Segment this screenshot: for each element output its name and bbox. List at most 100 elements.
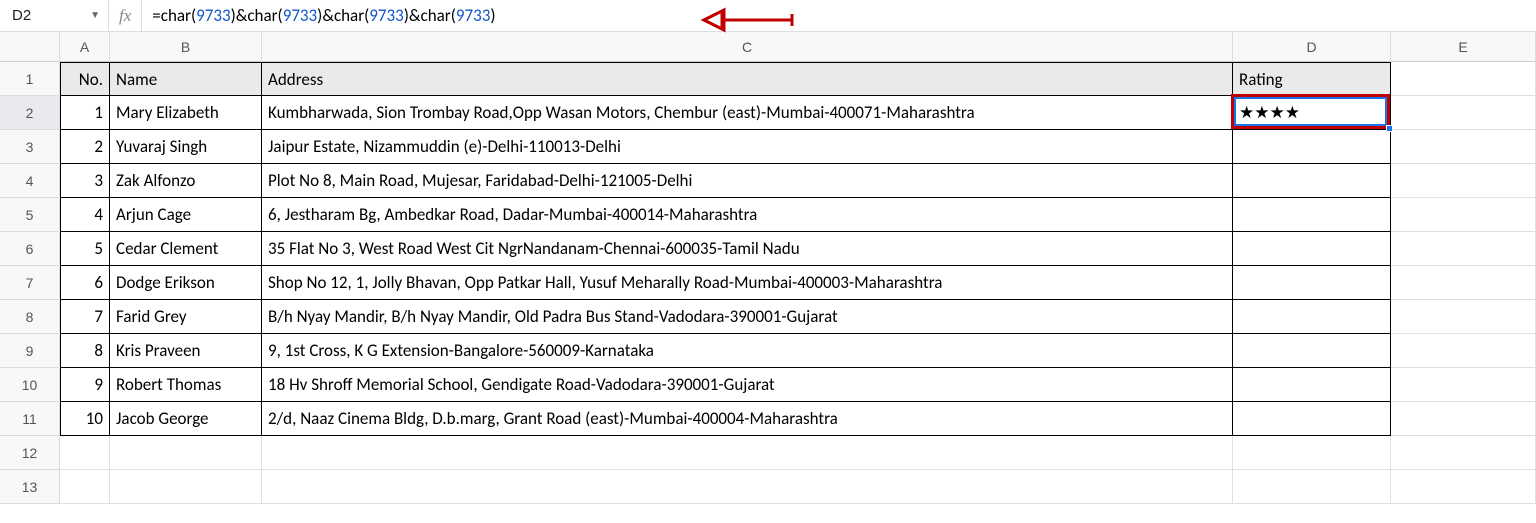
formula-bar: D2 ▼ fx =char(9733)&char(9733)&char(9733…: [0, 0, 1536, 32]
cell[interactable]: [1391, 232, 1536, 266]
cell[interactable]: [1233, 436, 1391, 470]
cell[interactable]: [1391, 300, 1536, 334]
cell[interactable]: [1391, 164, 1536, 198]
cell[interactable]: [1391, 130, 1536, 164]
row-header[interactable]: 4: [0, 164, 60, 198]
formula-segment: char: [421, 5, 451, 26]
cell[interactable]: ★★★★: [1233, 96, 1391, 130]
formula-segment: char: [247, 5, 277, 26]
cell[interactable]: Kumbharwada, Sion Trombay Road,Opp Wasan…: [262, 96, 1233, 130]
cell[interactable]: 10: [60, 402, 110, 436]
name-box[interactable]: D2 ▼: [8, 7, 108, 24]
cell[interactable]: 1: [60, 96, 110, 130]
col-header-B[interactable]: B: [110, 32, 262, 62]
cell[interactable]: [1391, 368, 1536, 402]
cell[interactable]: Plot No 8, Main Road, Mujesar, Faridabad…: [262, 164, 1233, 198]
cell[interactable]: [1233, 164, 1391, 198]
cell[interactable]: [1233, 232, 1391, 266]
cell[interactable]: 4: [60, 198, 110, 232]
cell[interactable]: [1233, 300, 1391, 334]
row-header[interactable]: 9: [0, 334, 60, 368]
row-header[interactable]: 2: [0, 96, 60, 130]
cell[interactable]: Robert Thomas: [110, 368, 262, 402]
cell[interactable]: Name: [110, 62, 262, 96]
cell[interactable]: [110, 436, 262, 470]
cell[interactable]: [1233, 470, 1391, 504]
col-header-E[interactable]: E: [1391, 32, 1536, 62]
col-header-A[interactable]: A: [60, 32, 110, 62]
cell[interactable]: [1391, 62, 1536, 96]
cell[interactable]: 5: [60, 232, 110, 266]
row-header[interactable]: 6: [0, 232, 60, 266]
row-header[interactable]: 11: [0, 402, 60, 436]
cell[interactable]: [1391, 96, 1536, 130]
formula-segment: char: [334, 5, 364, 26]
cell[interactable]: 6, Jestharam Bg, Ambedkar Road, Dadar-Mu…: [262, 198, 1233, 232]
row-header[interactable]: 1: [0, 62, 60, 96]
cell[interactable]: Dodge Erikson: [110, 266, 262, 300]
row-header[interactable]: 8: [0, 300, 60, 334]
row: 1No.NameAddressRating: [0, 62, 1536, 96]
cell[interactable]: Arjun Cage: [110, 198, 262, 232]
cell[interactable]: [60, 436, 110, 470]
cell[interactable]: [262, 470, 1233, 504]
cell[interactable]: 3: [60, 164, 110, 198]
cell[interactable]: [262, 436, 1233, 470]
cell[interactable]: [60, 470, 110, 504]
cell[interactable]: [1233, 334, 1391, 368]
cell[interactable]: Yuvaraj Singh: [110, 130, 262, 164]
cell[interactable]: 6: [60, 266, 110, 300]
cell[interactable]: [1233, 402, 1391, 436]
row-header[interactable]: 3: [0, 130, 60, 164]
cell[interactable]: 8: [60, 334, 110, 368]
row-header[interactable]: 10: [0, 368, 60, 402]
cell[interactable]: [1233, 266, 1391, 300]
cell[interactable]: [1391, 266, 1536, 300]
formula-input[interactable]: =char(9733)&char(9733)&char(9733)&char(9…: [142, 5, 1528, 26]
cell[interactable]: Shop No 12, 1, Jolly Bhavan, Opp Patkar …: [262, 266, 1233, 300]
fill-handle[interactable]: [1386, 125, 1393, 132]
cell[interactable]: Cedar Clement: [110, 232, 262, 266]
formula-segment: &: [409, 5, 421, 26]
cell[interactable]: [1391, 402, 1536, 436]
cell[interactable]: 35 Flat No 3, West Road West Cit NgrNand…: [262, 232, 1233, 266]
col-header-C[interactable]: C: [262, 32, 1233, 62]
cell[interactable]: Rating: [1233, 62, 1391, 96]
cell[interactable]: Farid Grey: [110, 300, 262, 334]
cell[interactable]: 2/d, Naaz Cinema Bldg, D.b.marg, Grant R…: [262, 402, 1233, 436]
row-header[interactable]: 7: [0, 266, 60, 300]
select-all-corner[interactable]: [0, 32, 60, 62]
formula-segment: 9733: [283, 5, 317, 26]
cell[interactable]: [110, 470, 262, 504]
cell[interactable]: 7: [60, 300, 110, 334]
formula-segment: 9733: [196, 5, 230, 26]
formula-segment: 9733: [456, 5, 490, 26]
cell[interactable]: No.: [60, 62, 110, 96]
cell[interactable]: Jacob George: [110, 402, 262, 436]
cell[interactable]: Address: [262, 62, 1233, 96]
cell[interactable]: [1391, 470, 1536, 504]
cell[interactable]: [1391, 198, 1536, 232]
cell[interactable]: [1391, 436, 1536, 470]
cell[interactable]: 9, 1st Cross, K G Extension-Bangalore-56…: [262, 334, 1233, 368]
row-header[interactable]: 5: [0, 198, 60, 232]
cell[interactable]: 18 Hv Shroff Memorial School, Gendigate …: [262, 368, 1233, 402]
cell[interactable]: [1233, 130, 1391, 164]
row-header[interactable]: 12: [0, 436, 60, 470]
row: 98Kris Praveen9, 1st Cross, K G Extensio…: [0, 334, 1536, 368]
cell[interactable]: Jaipur Estate, Nizammuddin (e)-Delhi-110…: [262, 130, 1233, 164]
col-header-D[interactable]: D: [1233, 32, 1391, 62]
row-header[interactable]: 13: [0, 470, 60, 504]
formula-segment: &: [236, 5, 248, 26]
cell[interactable]: Kris Praveen: [110, 334, 262, 368]
cell[interactable]: 9: [60, 368, 110, 402]
cell[interactable]: 2: [60, 130, 110, 164]
cell[interactable]: [1391, 334, 1536, 368]
cell[interactable]: Mary Elizabeth: [110, 96, 262, 130]
name-box-dropdown-icon[interactable]: ▼: [90, 10, 100, 21]
cell[interactable]: [1233, 368, 1391, 402]
cell[interactable]: B/h Nyay Mandir, B/h Nyay Mandir, Old Pa…: [262, 300, 1233, 334]
fx-icon[interactable]: fx: [108, 0, 142, 31]
cell[interactable]: Zak Alfonzo: [110, 164, 262, 198]
cell[interactable]: [1233, 198, 1391, 232]
